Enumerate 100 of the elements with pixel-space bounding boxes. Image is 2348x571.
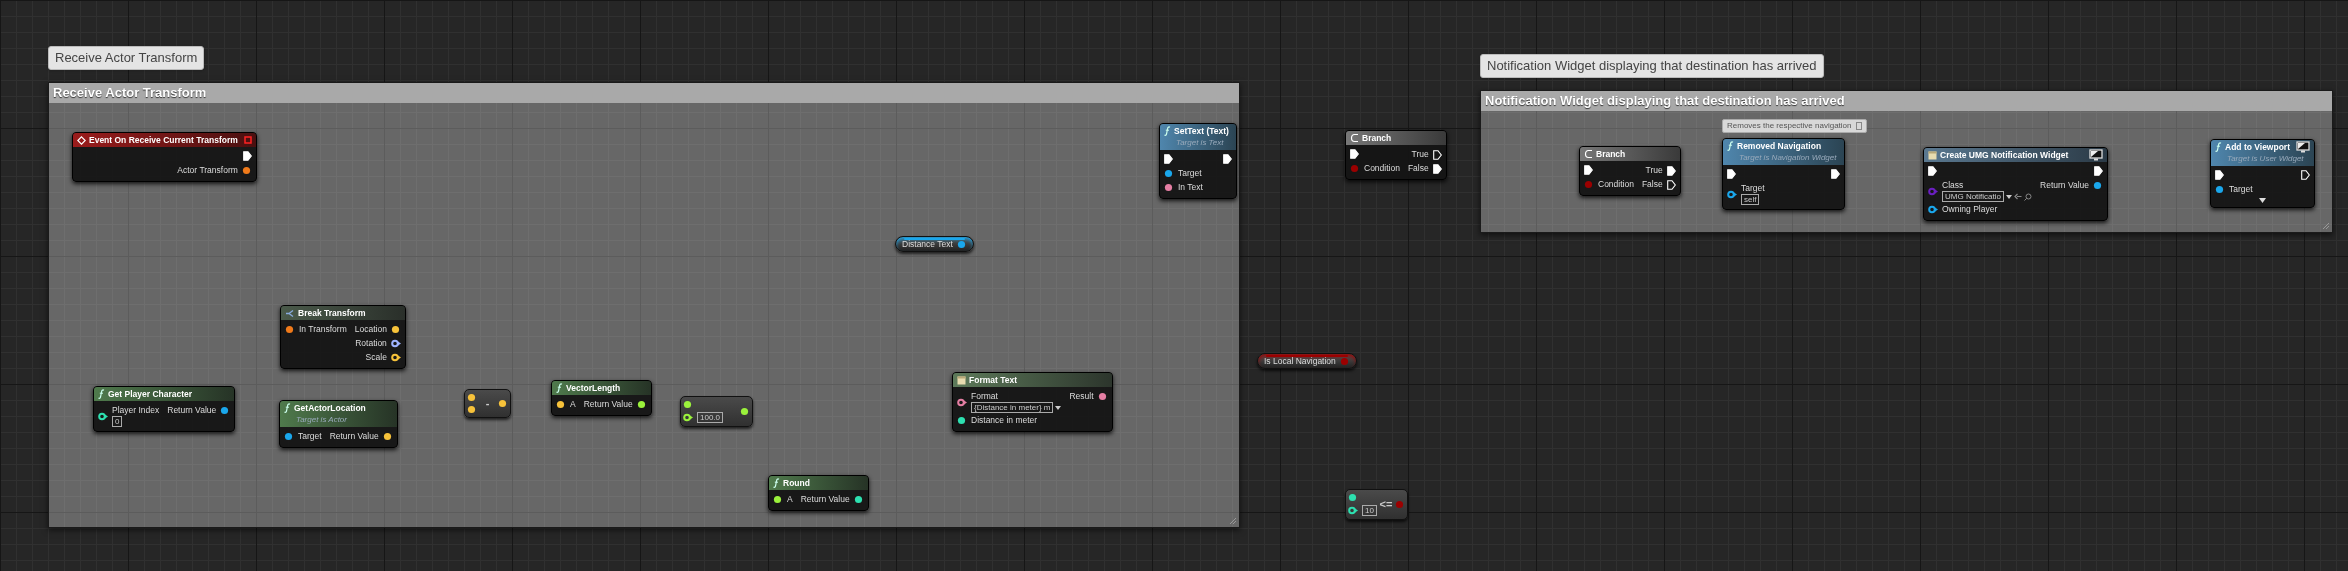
data-pin[interactable]: [1348, 493, 1358, 502]
default-value-field[interactable]: UMG Notificatio: [1942, 191, 2004, 202]
graph-node[interactable]: Break Transform In Transform Location Rotation Scale: [280, 305, 406, 369]
pin-label: Condition: [1364, 163, 1400, 174]
data-pin[interactable]: [1164, 169, 1174, 178]
data-pin[interactable]: [683, 400, 693, 409]
data-pin[interactable]: [683, 413, 693, 422]
data-pin[interactable]: [773, 495, 783, 504]
node-title: Round: [783, 477, 810, 489]
data-pin[interactable]: [285, 325, 295, 334]
data-pin[interactable]: [1928, 205, 1938, 214]
graph-node[interactable]: Round A Return Value: [768, 475, 869, 511]
graph-node[interactable]: Branch True Condition False: [1345, 130, 1447, 180]
pin-label: Distance in meter: [971, 415, 1038, 426]
caret-icon[interactable]: [2006, 194, 2012, 199]
default-value-field[interactable]: 0: [112, 416, 123, 427]
graph-node[interactable]: GetActorLocation Target is Actor Target Return Value: [279, 400, 398, 448]
exec-pin[interactable]: [1727, 169, 1736, 179]
data-pin[interactable]: [467, 393, 477, 402]
comment-bubble[interactable]: Notification Widget displaying that destination has arrived: [1480, 54, 1824, 78]
default-value-field[interactable]: self: [1741, 194, 1760, 205]
search-icon[interactable]: [2024, 192, 2032, 201]
node-title: Format Text: [969, 374, 1018, 386]
default-value-field[interactable]: {Distance in meter} m: [971, 402, 1054, 413]
graph-node[interactable]: Branch True Condition False: [1579, 146, 1681, 196]
node-subtitle: Target is Text: [1175, 137, 1225, 149]
operator-node[interactable]: -: [464, 389, 511, 418]
graph-node[interactable]: Get Player Character Player Index 0 Return Value: [93, 386, 236, 432]
pin-label: Actor Transform: [177, 165, 238, 176]
data-pin[interactable]: [220, 406, 231, 415]
exec-pin[interactable]: [1831, 169, 1841, 179]
exec-pin[interactable]: [1584, 165, 1593, 175]
data-pin[interactable]: [956, 239, 967, 249]
data-pin[interactable]: [1097, 392, 1108, 401]
node-comment-text: Removes the respective navigation: [1727, 120, 1852, 132]
data-pin[interactable]: [382, 432, 393, 441]
data-pin[interactable]: [498, 399, 508, 408]
pin-label: Target: [298, 431, 322, 442]
pin-label: Class: [1942, 180, 1965, 191]
data-pin[interactable]: [853, 495, 864, 504]
resize-grip-icon[interactable]: [1229, 517, 1237, 525]
data-pin[interactable]: [2215, 185, 2225, 194]
data-pin[interactable]: [1164, 183, 1174, 192]
data-pin[interactable]: [467, 405, 477, 414]
data-pin[interactable]: [284, 432, 294, 441]
exec-pin[interactable]: [1432, 149, 1442, 160]
data-pin[interactable]: [636, 400, 647, 409]
data-pin[interactable]: [390, 339, 401, 348]
left-arrow-icon[interactable]: [2014, 193, 2022, 200]
data-pin[interactable]: [390, 325, 401, 334]
default-value-field[interactable]: 100.0: [697, 412, 724, 423]
data-pin[interactable]: [556, 400, 566, 409]
graph-node[interactable]: Removed Navigation Target is Navigation Widget Target self: [1722, 138, 1846, 210]
graph-node[interactable]: SetText (Text) Target is Text Target In Text: [1159, 123, 1237, 199]
pin-label: Return Value: [2040, 180, 2089, 191]
data-pin[interactable]: [1348, 506, 1358, 515]
node-title: Removed Navigation: [1737, 140, 1822, 152]
delegate-pin-icon[interactable]: [243, 136, 252, 144]
data-pin[interactable]: [957, 416, 967, 425]
data-pin[interactable]: [98, 411, 108, 421]
exec-pin[interactable]: [1164, 154, 1173, 164]
exec-pin[interactable]: [1666, 165, 1676, 176]
comment-bubble[interactable]: Receive Actor Transform: [48, 46, 205, 70]
data-pin[interactable]: [390, 353, 401, 362]
exec-pin[interactable]: [1432, 163, 1442, 174]
data-pin[interactable]: [241, 166, 252, 175]
graph-node[interactable]: Add to Viewport Target is User Widget Target: [2210, 139, 2315, 208]
graph-node[interactable]: Event On Receive Current Transform Actor Transform: [72, 132, 257, 182]
operator-node[interactable]: 10 <=: [1345, 489, 1408, 520]
data-pin[interactable]: [1727, 189, 1737, 199]
function-icon: [1164, 126, 1171, 136]
event-diamond-icon: [77, 135, 86, 145]
operator-node[interactable]: 100.0: [680, 396, 753, 427]
data-pin[interactable]: [2093, 181, 2103, 190]
resize-grip-icon[interactable]: [2322, 222, 2330, 230]
node-subtitle: Target is Navigation Widget: [1738, 152, 1838, 164]
node-title: VectorLength: [566, 382, 621, 394]
caret-icon[interactable]: [1055, 405, 1062, 410]
pin-label: Scale: [365, 352, 387, 363]
variable-node[interactable]: Is Local Navigation: [1257, 353, 1357, 369]
exec-pin[interactable]: [1350, 149, 1359, 159]
exec-pin[interactable]: [2215, 170, 2224, 180]
exec-pin[interactable]: [1666, 179, 1676, 190]
data-pin[interactable]: [957, 397, 967, 407]
exec-pin[interactable]: [1928, 166, 1937, 176]
graph-node[interactable]: Create UMG Notification Widget Class UMG Notificatio Return Value Owning Player: [1923, 147, 2108, 221]
branch-icon: [1584, 149, 1593, 159]
data-pin[interactable]: [740, 407, 750, 416]
node-title: Branch: [1362, 132, 1392, 144]
exec-pin[interactable]: [1223, 154, 1232, 164]
expand-arrow-icon[interactable]: [2259, 198, 2266, 203]
variable-node[interactable]: Distance Text: [895, 236, 974, 252]
pin-label: A: [570, 399, 576, 410]
graph-node[interactable]: VectorLength A Return Value: [551, 380, 652, 416]
exec-pin[interactable]: [242, 151, 252, 161]
exec-pin[interactable]: [2094, 166, 2103, 176]
exec-pin[interactable]: [2301, 170, 2310, 180]
default-value-field[interactable]: 10: [1362, 505, 1377, 516]
pin-label: Return Value: [583, 399, 633, 410]
graph-node[interactable]: Format Text Format {Distance in meter} m Result Distance in meter: [952, 372, 1113, 432]
